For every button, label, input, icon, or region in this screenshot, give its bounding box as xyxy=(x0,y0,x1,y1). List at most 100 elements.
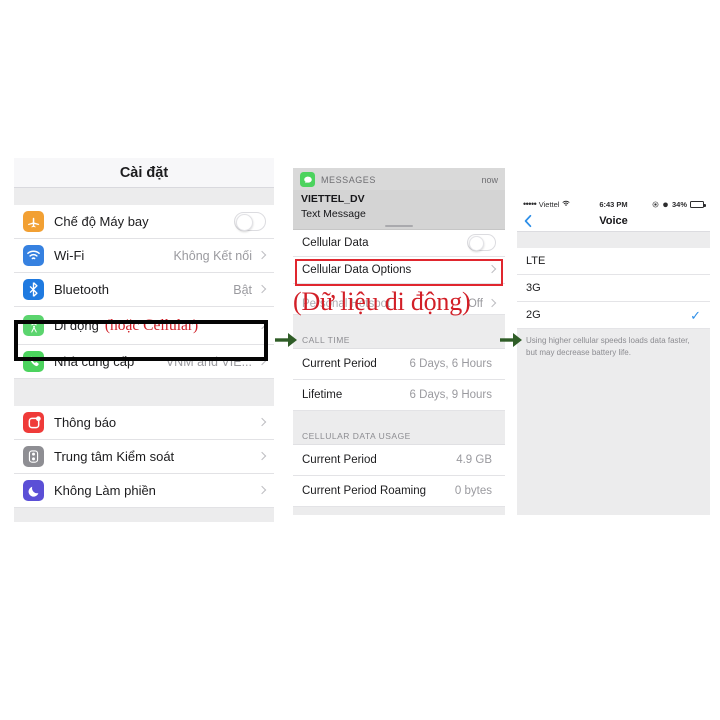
option-label: 3G xyxy=(526,282,541,294)
left-nav-bar: Cài đặt xyxy=(14,158,274,188)
phone-icon xyxy=(23,351,44,372)
row-data-usage-roaming: Current Period Roaming 0 bytes xyxy=(293,475,505,507)
battery-percent: 34% xyxy=(671,199,687,209)
row-label: Current Period Roaming xyxy=(302,484,427,497)
bluetooth-status-value: Bật xyxy=(233,282,252,297)
wifi-status-value: Không Kết nối xyxy=(173,248,252,263)
chevron-right-icon xyxy=(259,320,266,332)
sidebar-item-cellular[interactable]: Di động (hoặc Cellular) xyxy=(14,307,274,345)
row-value: 6 Days, 9 Hours xyxy=(409,388,492,401)
airplane-mode-toggle[interactable] xyxy=(234,212,266,231)
notification-subtitle: Text Message xyxy=(301,207,366,220)
step-arrow-1 xyxy=(274,330,300,355)
row-call-time-current-period: Current Period 6 Days, 6 Hours xyxy=(293,348,505,380)
back-chevron-icon[interactable] xyxy=(524,214,532,228)
section-header-call-time: CALL TIME xyxy=(293,325,505,349)
voice-settings-panel-right: ••••• Viettel 6:43 PM 34% Voice LTE 3G 2… xyxy=(517,197,710,515)
chevron-right-icon xyxy=(259,250,266,262)
section-header-data-usage: CELLULAR DATA USAGE xyxy=(293,421,505,445)
group-gap-bottom xyxy=(14,508,274,522)
section-gap-top xyxy=(517,232,710,248)
cellular-data-toggle[interactable] xyxy=(467,234,496,252)
row-data-usage-current-period: Current Period 4.9 GB xyxy=(293,444,505,476)
sidebar-item-do-not-disturb[interactable]: Không Làm phiền xyxy=(14,474,274,508)
row-value: 4.9 GB xyxy=(456,453,492,466)
sidebar-item-label: Di động xyxy=(54,318,99,333)
alarm-icon xyxy=(663,201,668,207)
panel-filler xyxy=(517,365,710,515)
option-label: LTE xyxy=(526,255,546,267)
sidebar-item-control-center[interactable]: Trung tâm Kiểm soát xyxy=(14,440,274,474)
sidebar-item-label: Trung tâm Kiểm soát xyxy=(54,449,175,464)
row-label: Cellular Data Options xyxy=(302,263,412,276)
sidebar-item-wifi[interactable]: Wi-Fi Không Kết nối xyxy=(14,239,274,273)
sidebar-item-bluetooth[interactable]: Bluetooth Bật xyxy=(14,273,274,307)
sidebar-item-label: Thông báo xyxy=(54,415,117,430)
chevron-right-icon xyxy=(259,451,266,463)
cellular-data-options-annotation: (Dữ liệu di động) xyxy=(293,287,471,316)
footer-note: Using higher cellular speeds loads data … xyxy=(517,329,710,366)
section-gap xyxy=(293,314,505,326)
cellular-annotation: (hoặc Cellular) xyxy=(104,316,199,334)
control-center-icon xyxy=(23,446,44,467)
option-row-3g[interactable]: 3G xyxy=(517,275,710,302)
right-nav-bar: Voice xyxy=(517,211,710,232)
group-gap-middle xyxy=(14,379,274,406)
sidebar-item-label: Không Làm phiền xyxy=(54,483,156,498)
sidebar-item-label: Nhà cung cấp xyxy=(54,354,135,369)
section-gap xyxy=(293,410,505,422)
location-icon xyxy=(652,201,659,207)
cellular-icon xyxy=(23,315,44,336)
tutorial-stage: Cài đặt Chế độ Máy bay Wi-Fi Không Kết n… xyxy=(0,0,720,720)
row-cellular-data[interactable]: Cellular Data xyxy=(293,229,505,257)
step-arrow-2 xyxy=(499,330,525,355)
carrier-name: Viettel xyxy=(538,199,560,209)
settings-panel-left: Cài đặt Chế độ Máy bay Wi-Fi Không Kết n… xyxy=(14,158,274,528)
row-call-time-lifetime: Lifetime 6 Days, 9 Hours xyxy=(293,379,505,411)
notification-grabber[interactable] xyxy=(385,224,413,227)
wifi-icon xyxy=(562,200,570,209)
status-bar: ••••• Viettel 6:43 PM 34% xyxy=(517,197,710,211)
notification-header: MESSAGES now xyxy=(293,168,505,190)
bluetooth-icon xyxy=(23,279,44,300)
chevron-right-icon xyxy=(259,284,266,296)
row-label: Lifetime xyxy=(302,388,343,401)
chevron-right-icon xyxy=(259,417,266,429)
row-value: 0 bytes xyxy=(454,484,492,497)
row-label: Current Period xyxy=(302,357,377,370)
option-row-lte[interactable]: LTE xyxy=(517,248,710,275)
wifi-icon xyxy=(23,245,44,266)
airplane-icon xyxy=(23,211,44,232)
messages-app-icon xyxy=(300,172,315,187)
cellular-settings-panel-mid: MESSAGES now VIETTEL_DV Text Message Cel… xyxy=(293,168,505,537)
notification-app-name: MESSAGES xyxy=(321,174,376,185)
sidebar-item-carrier[interactable]: Nhà cung cấp VNM and VIE... xyxy=(14,345,274,379)
signal-strength-dots: ••••• xyxy=(523,199,537,209)
carrier-value: VNM and VIE... xyxy=(165,354,252,369)
group-gap-top xyxy=(14,188,274,205)
checkmark-icon: ✓ xyxy=(690,307,701,323)
sidebar-item-label: Chế độ Máy bay xyxy=(54,214,149,229)
row-label: Cellular Data xyxy=(302,236,369,249)
notification-banner[interactable]: MESSAGES now VIETTEL_DV Text Message xyxy=(293,168,505,230)
status-bar-right: 34% xyxy=(652,199,706,209)
status-bar-time: 6:43 PM xyxy=(599,199,628,209)
chevron-right-icon xyxy=(489,264,496,276)
notification-body: VIETTEL_DV Text Message xyxy=(293,190,505,229)
chevron-right-icon xyxy=(259,356,266,368)
chevron-right-icon xyxy=(259,485,266,497)
option-row-2g[interactable]: 2G ✓ xyxy=(517,302,710,329)
sidebar-item-notifications[interactable]: Thông báo xyxy=(14,406,274,440)
row-cellular-data-options[interactable]: Cellular Data Options xyxy=(293,256,505,284)
row-value: 6 Days, 6 Hours xyxy=(409,357,492,370)
sidebar-item-label: Bluetooth xyxy=(54,282,109,297)
option-label: 2G xyxy=(526,309,541,321)
battery-icon xyxy=(690,200,706,208)
page-title: Voice xyxy=(599,215,628,227)
sidebar-item-label: Wi-Fi xyxy=(54,248,85,263)
row-label: Current Period xyxy=(302,453,377,466)
page-title: Cài đặt xyxy=(119,164,169,181)
notification-time: now xyxy=(481,174,498,185)
sidebar-item-airplane-mode[interactable]: Chế độ Máy bay xyxy=(14,205,274,239)
section-gap-bottom xyxy=(293,506,505,515)
